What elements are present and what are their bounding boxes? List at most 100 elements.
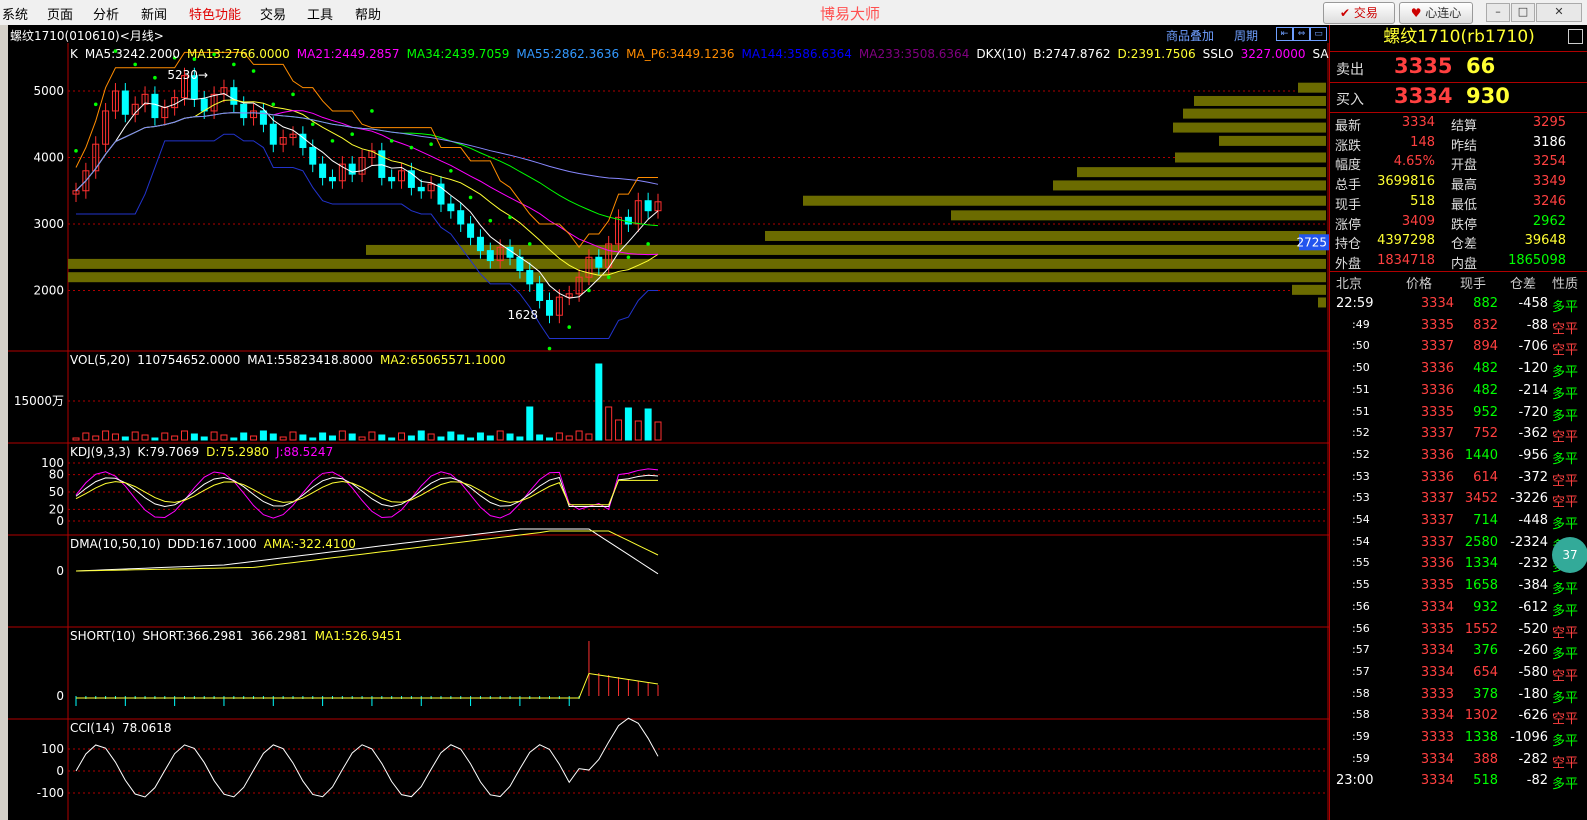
tick-price: 3336	[1420, 556, 1454, 572]
menu-tools[interactable]: 工具	[307, 4, 333, 23]
maximize-button[interactable]: □	[1511, 3, 1535, 22]
cci-tick-label: 100	[41, 742, 64, 756]
tick-row[interactable]: :52 3337 752 -362 空平	[1330, 424, 1587, 445]
menu-features[interactable]: 特色功能	[189, 4, 241, 23]
buy-row[interactable]: 买入 3334 930	[1330, 83, 1587, 112]
stat-key: 现手	[1335, 197, 1362, 213]
tick-row[interactable]: :59 3334 388 -282 空平	[1330, 750, 1587, 771]
candle-body	[309, 147, 317, 165]
expand-icon[interactable]: ⇔	[1293, 27, 1310, 41]
stat-row: 总手 3699816 最高 3349	[1335, 173, 1585, 193]
sar-dot	[409, 145, 414, 150]
candle-body	[545, 299, 553, 316]
tick-volume: 932	[1473, 599, 1498, 615]
price-tick-label: 2000	[33, 284, 64, 298]
indicator-value: VOL(5,20)	[70, 353, 131, 367]
tick-row[interactable]: 22:59 3334 882 -458 多平	[1330, 294, 1587, 315]
kdj-tick-label: 50	[49, 485, 64, 499]
chart-pane[interactable]: 螺纹1710(010610)<月线> 商品叠加 周期 ⇤ ⇔ ▭ 5000 400…	[8, 25, 1464, 820]
minimize-button[interactable]: –	[1486, 3, 1510, 22]
tick-oi-change: -82	[1526, 773, 1548, 789]
ma-line	[75, 112, 659, 227]
volume-bar	[250, 435, 258, 441]
tick-row[interactable]: :54 3337 2580 -2324 多平	[1330, 533, 1587, 554]
tick-volume: 1552	[1464, 621, 1498, 637]
tick-oi-change: -88	[1526, 317, 1548, 333]
tick-row[interactable]: :55 3336 1334 -232 多平	[1330, 554, 1587, 575]
indicator-value: MA34:2439.7059	[406, 47, 510, 61]
sar-dot	[232, 62, 236, 67]
candle-body	[526, 270, 534, 285]
tick-row[interactable]: :53 3337 3452 -3226 空平	[1330, 489, 1587, 510]
tick-row[interactable]: :53 3336 614 -372 空平	[1330, 468, 1587, 489]
volume-bar	[259, 430, 267, 441]
shrink-icon[interactable]: ⇤	[1276, 27, 1293, 41]
trade-button[interactable]: ✔ 交易	[1323, 2, 1395, 24]
tick-time: :56	[1352, 599, 1370, 613]
tick-row[interactable]: :56 3335 1552 -520 空平	[1330, 620, 1587, 641]
tick-row[interactable]: :55 3335 1658 -384 多平	[1330, 576, 1587, 597]
tick-price: 3336	[1420, 469, 1454, 485]
menu-system[interactable]: 系统	[2, 4, 28, 23]
buy-price: 3334	[1394, 84, 1453, 108]
tick-row[interactable]: :51 3336 482 -214 多平	[1330, 381, 1587, 402]
tick-price: 3335	[1420, 404, 1454, 420]
tick-row[interactable]: :59 3333 1338 -1096 多平	[1330, 728, 1587, 749]
left-tab-strip[interactable]	[0, 25, 8, 820]
kline-chart[interactable]: 50004000300020005230→1628272515000万10080…	[8, 43, 1329, 820]
tick-time: 22:59	[1336, 296, 1374, 311]
tick-row[interactable]: :58 3334 1302 -626 空平	[1330, 706, 1587, 727]
tick-row[interactable]: :56 3334 932 -612 多平	[1330, 598, 1587, 619]
menu-trade[interactable]: 交易	[260, 4, 286, 23]
tick-type: 空平	[1552, 495, 1579, 511]
stat-value: 3254	[1532, 154, 1566, 170]
volume-bar	[496, 430, 504, 441]
tick-type: 多平	[1552, 603, 1579, 619]
close-button[interactable]: ✕	[1536, 3, 1582, 22]
stat-key: 昨结	[1451, 138, 1478, 154]
indicator-value: SHORT(10)	[70, 629, 136, 643]
period-button[interactable]: 周期	[1234, 27, 1258, 44]
tick-row[interactable]: :51 3335 952 -720 多平	[1330, 403, 1587, 424]
tick-row[interactable]: :58 3333 378 -180 多平	[1330, 685, 1587, 706]
volume-bar	[269, 433, 277, 441]
quote-panel-toggle[interactable]	[1568, 29, 1583, 44]
tick-time: :51	[1352, 404, 1370, 418]
sar-dot	[587, 288, 591, 293]
tick-oi-change: -626	[1518, 708, 1548, 724]
cci-indicator-line: CCI(14) 78.0618	[70, 721, 179, 735]
menu-help[interactable]: 帮助	[355, 4, 381, 23]
app-title: 博易大师	[820, 5, 881, 23]
volume-bar	[210, 431, 218, 441]
tick-row[interactable]: :52 3336 1440 -956 多平	[1330, 446, 1587, 467]
volume-bar	[161, 432, 169, 441]
tick-row[interactable]: :49 3335 832 -88 空平	[1330, 316, 1587, 337]
stat-value: 3295	[1532, 115, 1566, 130]
tick-type: 空平	[1552, 712, 1579, 728]
tick-row[interactable]: :50 3336 482 -120 多平	[1330, 359, 1587, 380]
menu-page[interactable]: 页面	[47, 4, 73, 23]
float-badge[interactable]: 37	[1552, 537, 1587, 573]
volume-profile-bar	[803, 195, 1326, 206]
indicator-value: MA1:55823418.8000	[247, 353, 373, 367]
window-icon[interactable]: ▭	[1310, 27, 1327, 41]
candle-body	[595, 256, 603, 268]
tick-oi-change: -458	[1518, 296, 1548, 311]
xinlian-button[interactable]: ♥ 心连心	[1399, 2, 1473, 24]
tick-volume: 3452	[1464, 491, 1498, 507]
sell-row[interactable]: 卖出 3335 66	[1330, 53, 1587, 82]
tick-row[interactable]: :54 3337 714 -448 多平	[1330, 511, 1587, 532]
overlay-button[interactable]: 商品叠加	[1166, 27, 1214, 44]
volume-bar	[181, 430, 189, 441]
volume-bar	[555, 432, 563, 441]
tick-row[interactable]: :57 3334 654 -580 空平	[1330, 663, 1587, 684]
indicator-value: K	[70, 47, 78, 61]
tick-row[interactable]: 23:00 3334 518 -82 多平	[1330, 771, 1587, 792]
tick-row[interactable]: :50 3337 894 -706 空平	[1330, 337, 1587, 358]
tick-time: :53	[1352, 469, 1370, 483]
menu-analysis[interactable]: 分析	[93, 4, 119, 23]
stat-key: 跌停	[1451, 217, 1478, 233]
tick-row[interactable]: :57 3334 376 -260 多平	[1330, 641, 1587, 662]
tick-volume: 714	[1473, 513, 1498, 528]
menu-news[interactable]: 新闻	[141, 4, 167, 23]
